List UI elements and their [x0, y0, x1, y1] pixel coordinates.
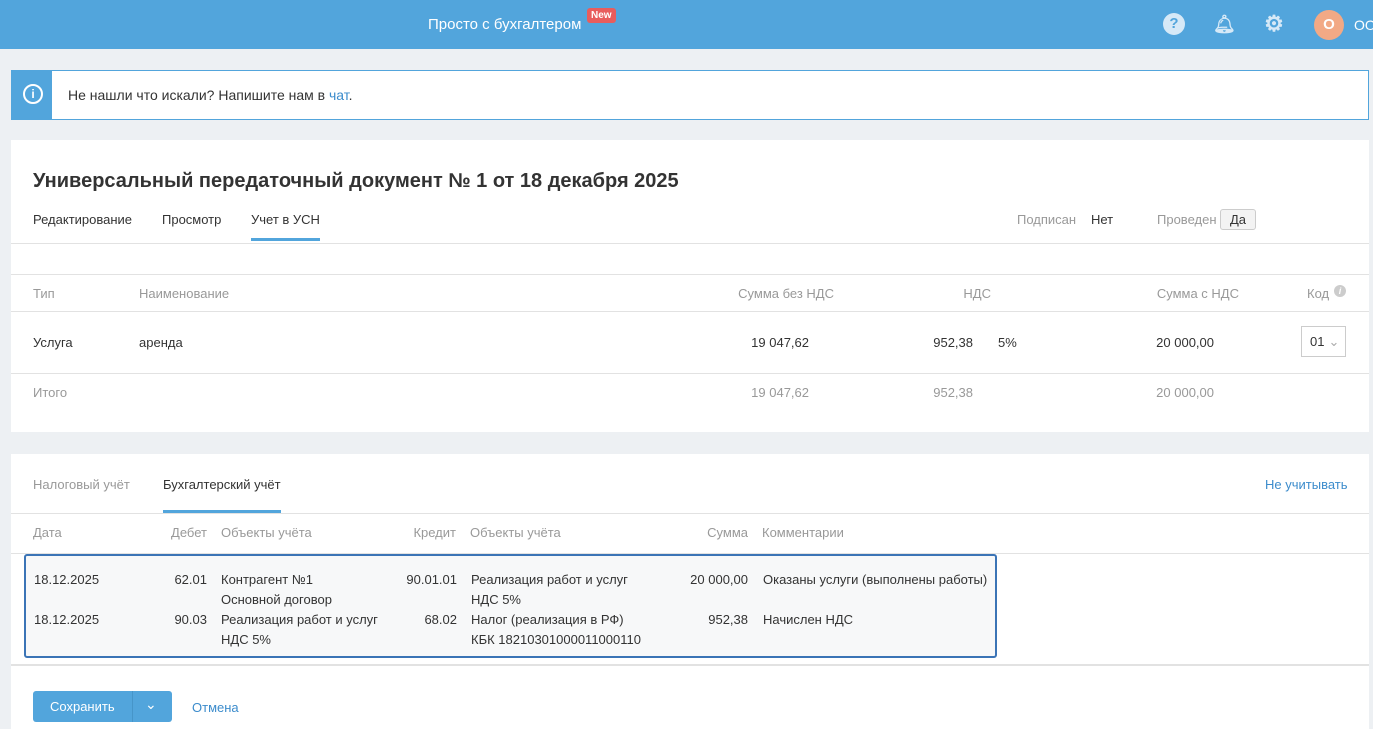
row-gross: 20 000,00 — [1156, 335, 1214, 350]
document-card: Универсальный передаточный документ № 1 … — [11, 140, 1369, 432]
entry-credit-obj: КБК 18210301000011000110 — [471, 632, 641, 647]
save-button[interactable]: Сохранить ⌄ — [33, 691, 172, 722]
tab-view[interactable]: Просмотр — [162, 212, 221, 227]
chevron-down-icon[interactable]: ⌄ — [145, 696, 157, 713]
col-sum: Сумма — [707, 525, 748, 540]
entry-credit: 90.01.01 — [406, 572, 457, 587]
code-select[interactable]: 01 ⌄ — [1301, 326, 1346, 357]
chat-link[interactable]: чат — [329, 87, 349, 103]
entry-credit-obj: Реализация работ и услуг — [471, 572, 628, 587]
gear-icon[interactable]: ⚙︎ — [1263, 13, 1285, 35]
col-code: Код — [1307, 286, 1330, 301]
bell-icon[interactable]: 🔔︎ — [1213, 13, 1236, 35]
col-date: Дата — [33, 525, 62, 540]
col-name: Наименование — [139, 286, 230, 301]
entry-debit-obj: Основной договор — [221, 592, 332, 607]
tab-accounting[interactable]: Бухгалтерский учёт — [163, 477, 281, 513]
chevron-down-icon: ⌄ — [1328, 334, 1340, 349]
page-title: Универсальный передаточный документ № 1 … — [33, 170, 679, 192]
total-label: Итого — [33, 385, 68, 400]
ignore-link[interactable]: Не учитывать — [1265, 477, 1348, 492]
row-type: Услуга — [33, 335, 73, 350]
user-name[interactable]: ОО — [1354, 17, 1373, 33]
col-debit-objects: Объекты учёта — [221, 525, 312, 540]
code-value: 01 — [1310, 334, 1325, 349]
info-icon: i — [23, 84, 43, 104]
tab-edit[interactable]: Редактирование — [33, 212, 132, 227]
col-net: Сумма без НДС — [738, 286, 834, 301]
col-debit: Дебет — [171, 525, 207, 540]
signed-value[interactable]: Нет — [1091, 212, 1113, 227]
tab-tax[interactable]: Налоговый учёт — [33, 477, 130, 492]
col-credit: Кредит — [413, 525, 456, 540]
row-rate: 5% — [998, 335, 1017, 350]
tab-usn[interactable]: Учет в УСН — [251, 212, 320, 241]
info-banner: i Не нашли что искали? Напишите нам в ча… — [11, 70, 1369, 120]
entry-sum: 952,38 — [708, 612, 748, 627]
row-net: 19 047,62 — [751, 335, 809, 350]
entry-credit-obj: Налог (реализация в РФ) — [471, 612, 624, 627]
help-icon[interactable]: ? — [1163, 13, 1185, 35]
entry-debit: 62.01 — [174, 572, 207, 587]
info-icon[interactable]: i — [1334, 285, 1346, 297]
signed-label: Подписан — [1017, 212, 1077, 227]
entry-date: 18.12.2025 — [34, 612, 100, 627]
row-vat: 952,38 — [933, 335, 973, 350]
entry-debit-obj: Реализация работ и услуг — [221, 612, 378, 627]
entry-credit: 68.02 — [424, 612, 457, 627]
entries-table[interactable]: 18.12.2025 62.01 Контрагент №1 Основной … — [24, 554, 997, 658]
new-badge: New — [587, 8, 616, 23]
posted-label: Проведен — [1157, 212, 1217, 227]
col-gross: Сумма с НДС — [1156, 286, 1239, 301]
entry-comment: Оказаны услуги (выполнены работы) — [763, 572, 988, 587]
cancel-link[interactable]: Отмена — [192, 700, 239, 715]
accounting-card: Налоговый учёт Бухгалтерский учёт Не учи… — [11, 454, 1369, 729]
entry-credit-obj: НДС 5% — [471, 592, 521, 607]
avatar[interactable]: О — [1314, 10, 1344, 40]
total-vat: 952,38 — [933, 385, 973, 400]
entry-sum: 20 000,00 — [690, 572, 748, 587]
info-text: Не нашли что искали? Напишите нам в — [68, 87, 329, 103]
entry-debit-obj: НДС 5% — [221, 632, 271, 647]
entry-debit: 90.03 — [174, 612, 207, 627]
info-suffix: . — [348, 87, 353, 103]
row-name: аренда — [139, 335, 183, 350]
col-credit-objects: Объекты учёта — [470, 525, 561, 540]
brand-link[interactable]: Просто с бухгалтером — [428, 16, 581, 33]
top-header: Просто с бухгалтером New ? 🔔︎ ⚙︎ О ОО — [0, 0, 1373, 49]
col-comments: Комментарии — [762, 525, 844, 540]
entry-date: 18.12.2025 — [34, 572, 100, 587]
col-vat: НДС — [963, 286, 991, 301]
entry-comment: Начислен НДС — [763, 612, 854, 627]
col-type: Тип — [33, 286, 55, 301]
save-label: Сохранить — [50, 699, 115, 714]
entry-debit-obj: Контрагент №1 — [221, 572, 314, 587]
posted-toggle[interactable]: Да — [1220, 209, 1257, 230]
total-gross: 20 000,00 — [1156, 385, 1214, 400]
total-net: 19 047,62 — [751, 385, 809, 400]
